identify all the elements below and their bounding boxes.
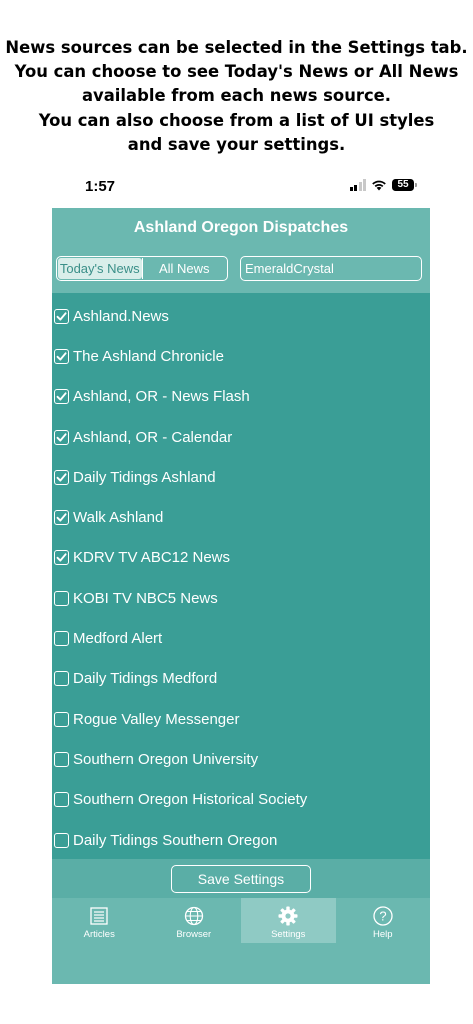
help-icon: ? [373, 906, 393, 926]
tab-bar: Articles Browser Settings ? Help [52, 898, 430, 984]
battery-icon: 55 [392, 179, 417, 191]
checkbox-unchecked[interactable] [54, 751, 69, 767]
source-row[interactable]: Southern Oregon Historical Society [52, 780, 430, 820]
source-label: Walk Ashland [73, 509, 164, 527]
checkbox-checked[interactable] [54, 429, 69, 445]
source-row[interactable]: Ashland, OR - News Flash [52, 377, 430, 417]
news-source-list: Ashland.News The Ashland Chronicle Ashland… [52, 296, 430, 860]
source-label: The Ashland Chronicle [73, 347, 224, 365]
segment-todays-news[interactable]: Today's News [58, 258, 142, 279]
globe-icon [184, 906, 203, 926]
gear-icon [278, 906, 298, 926]
checkbox-unchecked[interactable] [54, 590, 69, 606]
caption-line: available from each news source. [81, 86, 392, 106]
source-label: Rogue Valley Messenger [73, 710, 240, 728]
source-label: KOBI TV NBC5 News [73, 589, 218, 607]
source-row[interactable]: KDRV TV ABC12 News [52, 538, 430, 578]
checkbox-checked[interactable] [54, 389, 69, 405]
checkbox-checked[interactable] [54, 510, 69, 526]
checkbox-unchecked[interactable] [54, 631, 69, 647]
source-row[interactable]: Walk Ashland [52, 497, 430, 537]
checkbox-checked[interactable] [54, 348, 69, 364]
tab-label: Browser [176, 929, 212, 940]
title-bar: Ashland Oregon Dispatches [52, 208, 430, 248]
checkbox-unchecked[interactable] [54, 792, 69, 808]
tab-label: Help [372, 929, 393, 940]
source-label: Daily Tidings Southern Oregon [73, 831, 278, 849]
instruction-caption: News sources can be selected in the Sett… [0, 36, 473, 157]
app-title: Ashland Oregon Dispatches [133, 219, 349, 236]
source-label: Ashland, OR - Calendar [73, 428, 233, 446]
controls-bar: Today's News All News EmeraldCrystal [52, 248, 430, 293]
signal-icon [349, 179, 366, 191]
checkbox-checked[interactable] [54, 308, 69, 324]
checkmark-icon [56, 311, 67, 321]
source-label: Southern Oregon Historical Society [73, 791, 308, 809]
wifi-icon [372, 180, 386, 191]
tab-browser[interactable]: Browser [147, 898, 242, 943]
news-scope-segmented-control: Today's News All News [56, 256, 228, 281]
checkmark-icon [56, 392, 67, 401]
checkbox-checked[interactable] [54, 469, 69, 485]
clock: 1:57 [85, 178, 116, 195]
status-bar: 1:57 55 [52, 176, 430, 198]
checkbox-unchecked[interactable] [54, 671, 69, 687]
source-label: Daily Tidings Medford [73, 670, 218, 688]
caption-line: and save your settings. [127, 134, 346, 154]
checkbox-unchecked[interactable] [54, 711, 69, 727]
source-label: Medford Alert [73, 630, 163, 648]
app-window: Ashland Oregon Dispatches Today's News A… [52, 208, 430, 984]
tab-label: Settings [271, 929, 306, 940]
source-label: Ashland, OR - News Flash [73, 388, 250, 406]
checkmark-icon [56, 432, 67, 442]
checkmark-icon [56, 513, 67, 522]
checkmark-icon [56, 352, 67, 361]
checkbox-checked[interactable] [54, 550, 69, 566]
source-row[interactable]: Daily Tidings Southern Oregon [52, 820, 430, 860]
segment-all-news[interactable]: All News [141, 258, 227, 279]
source-row[interactable]: The Ashland Chronicle [52, 336, 430, 376]
source-row[interactable]: Daily Tidings Ashland [52, 457, 430, 497]
source-row[interactable]: Medford Alert [52, 618, 430, 658]
source-label: Ashland.News [73, 307, 169, 325]
checkmark-icon [56, 473, 67, 482]
caption-line: You can choose to see Today's News or Al… [14, 62, 459, 82]
tab-settings[interactable]: Settings [241, 898, 336, 943]
source-row[interactable]: Southern Oregon University [52, 739, 430, 779]
source-row[interactable]: Daily Tidings Medford [52, 659, 430, 699]
checkbox-unchecked[interactable] [54, 832, 69, 848]
caption-line: News sources can be selected in the Sett… [5, 38, 468, 57]
tab-label: Articles [83, 929, 115, 940]
save-settings-button[interactable]: Save Settings [171, 865, 311, 893]
source-label: KDRV TV ABC12 News [73, 549, 231, 567]
articles-icon [90, 907, 108, 925]
caption-line: You can also choose from a list of UI st… [38, 110, 435, 130]
svg-text:?: ? [379, 909, 386, 924]
tab-articles[interactable]: Articles [52, 898, 147, 943]
source-row[interactable]: Rogue Valley Messenger [52, 699, 430, 739]
source-row[interactable]: KOBI TV NBC5 News [52, 578, 430, 618]
source-label: Southern Oregon University [73, 750, 259, 768]
status-icons: 55 [349, 179, 417, 191]
save-bar: Save Settings [52, 859, 430, 899]
source-label: Daily Tidings Ashland [73, 468, 216, 486]
source-row[interactable]: Ashland.News [52, 296, 430, 336]
source-row[interactable]: Ashland, OR - Calendar [52, 417, 430, 457]
tab-help[interactable]: ? Help [336, 898, 431, 943]
battery-level: 55 [397, 179, 409, 190]
checkmark-icon [56, 553, 67, 562]
ui-style-select[interactable]: EmeraldCrystal [240, 256, 422, 281]
